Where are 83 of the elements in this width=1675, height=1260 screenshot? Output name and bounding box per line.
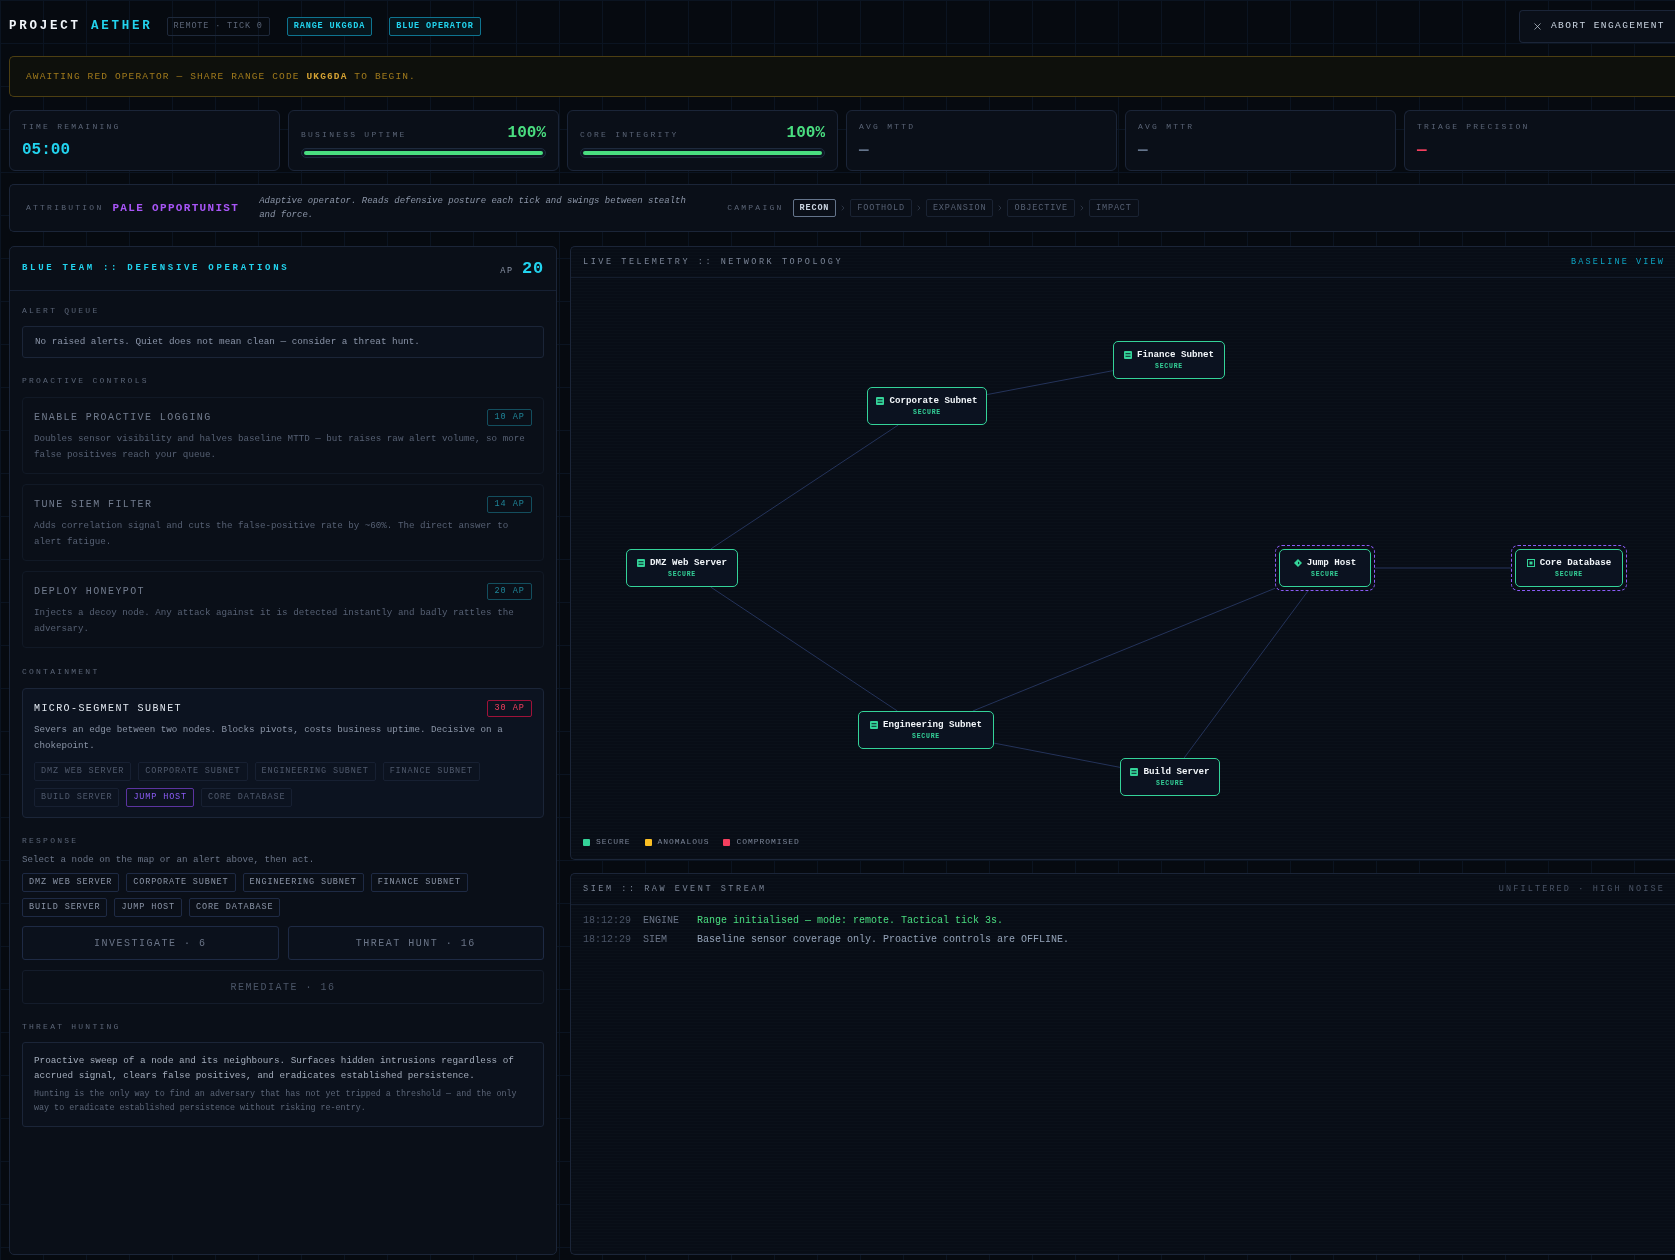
- section-heading: RESPONSE: [22, 836, 80, 846]
- event-time: 18:12:29: [583, 914, 632, 928]
- legend-label: ANOMALOUS: [657, 836, 710, 848]
- threat-hunting-summary: Proactive sweep of a node and its neighbours. Surfaces hidden intrusions regardless of accrued signal, clears false positives, and eradicates established persistence.: [34, 1054, 515, 1083]
- abort-engagement-button[interactable]: ABORT ENGAGEMENT: [1519, 10, 1675, 43]
- section-heading: CONTAINMENT: [22, 667, 101, 677]
- metric-label: AVG MTTD: [859, 122, 916, 132]
- response-action-button[interactable]: THREAT HUNT · 16: [287, 926, 544, 960]
- event-message: Range initialised — mode: remote. Tactical tick 3s.: [697, 914, 1004, 928]
- view-mode-label: BASELINE VIEW: [1571, 255, 1665, 269]
- event-source: SIEM: [643, 933, 668, 947]
- action-points-label: AP: [500, 264, 514, 278]
- campaign-stage: OBJECTIVE: [1007, 199, 1076, 217]
- node-name: Build Server: [1143, 766, 1210, 777]
- control-title: DEPLOY HONEYPOT: [34, 584, 145, 599]
- metric-value: 05:00: [22, 142, 70, 158]
- cost-tag: 30 AP: [487, 699, 532, 717]
- metric-value: —: [1138, 142, 1148, 158]
- control-card[interactable]: [22, 688, 544, 818]
- adversary-description: Adaptive operator. Reads defensive posture each tick and swings between stealth and force.: [259, 195, 687, 222]
- control-title: ENABLE PROACTIVE LOGGING: [34, 410, 212, 425]
- status-badge: REMOTE · TICK 0: [166, 17, 270, 36]
- metric-value: 100%: [786, 125, 825, 141]
- campaign-stage: RECON: [792, 199, 837, 217]
- status-badge: BLUE OPERATOR: [389, 17, 481, 36]
- metric-label: TRIAGE PRECISION: [1417, 122, 1530, 132]
- node-target-button[interactable]: DMZ WEB SERVER: [22, 873, 120, 892]
- section-heading: THREAT HUNTING: [22, 1022, 122, 1032]
- node-target-button[interactable]: CORPORATE SUBNET: [126, 873, 236, 892]
- campaign-stage: IMPACT: [1089, 199, 1139, 217]
- panel-title: BLUE TEAM :: DEFENSIVE OPERATIONS: [22, 261, 290, 275]
- threat-hunting-note: Hunting is the only way to find an adversary that has not yet tripped a threshold — and the only way to eradicate established persistence without risking re-entry.: [34, 1088, 518, 1115]
- response-hint: Select a node on the map or an alert above, then act.: [22, 854, 316, 866]
- campaign-label: CAMPAIGN: [727, 203, 784, 213]
- control-description: Doubles sensor visibility and halves baseline MTTD — but raises raw alert volume, so more false positives reach your queue.: [34, 432, 526, 462]
- section-heading: PROACTIVE CONTROLS: [22, 376, 150, 386]
- metric-label: AVG MTTR: [1138, 122, 1195, 132]
- metric-value: —: [1417, 142, 1427, 158]
- node-target-button[interactable]: CORE DATABASE: [189, 898, 281, 917]
- legend-label: SECURE: [596, 836, 631, 848]
- campaign-stage: FOOTHOLD: [850, 199, 912, 217]
- panel-title: LIVE TELEMETRY :: NETWORK TOPOLOGY: [583, 255, 844, 269]
- event-source: ENGINE: [643, 914, 680, 928]
- cost-tag: 20 AP: [487, 582, 532, 600]
- node-name: Finance Subnet: [1136, 349, 1215, 360]
- app-title: PROJECT AETHER: [9, 18, 153, 36]
- node-name: Corporate Subnet: [889, 395, 978, 406]
- node-target-button[interactable]: ENGINEERING SUBNET: [242, 873, 364, 892]
- cost-tag: 10 AP: [487, 408, 532, 426]
- node-target-button[interactable]: BUILD SERVER: [22, 898, 108, 917]
- target-chip[interactable]: JUMP HOST: [126, 788, 194, 807]
- control-title: MICRO-SEGMENT SUBNET: [34, 701, 183, 716]
- status-banner: AWAITING RED OPERATOR — SHARE RANGE CODE UKG6DA TO BEGIN.: [9, 56, 1675, 97]
- campaign-stage: EXPANSION: [925, 199, 994, 217]
- metric-label: CORE INTEGRITY: [580, 130, 679, 140]
- filter-mode-label: UNFILTERED · HIGH NOISE: [1498, 882, 1665, 896]
- node-name: Engineering Subnet: [882, 719, 983, 730]
- control-description: Adds correlation signal and cuts the false-positive rate by ~60%. The direct answer to alert fatigue.: [34, 519, 510, 549]
- legend-label: COMPROMISED: [736, 836, 800, 848]
- node-target-button[interactable]: FINANCE SUBNET: [370, 873, 468, 892]
- status-badge: RANGE UKG6DA: [286, 17, 373, 36]
- event-time: 18:12:29: [583, 933, 632, 947]
- node-name: Core Database: [1539, 557, 1612, 568]
- cost-tag: 14 AP: [487, 495, 532, 513]
- section-heading: ALERT QUEUE: [22, 306, 101, 316]
- metric-label: BUSINESS UPTIME: [301, 130, 407, 140]
- metric-label: TIME REMAINING: [22, 122, 121, 132]
- empty-queue-message: No raised alerts. Quiet does not mean clean — consider a threat hunt.: [35, 335, 420, 349]
- response-action-button[interactable]: INVESTIGATE · 6: [22, 926, 279, 960]
- metric-value: 100%: [507, 125, 546, 141]
- node-name: Jump Host: [1306, 557, 1357, 568]
- panel-title: SIEM :: RAW EVENT STREAM: [583, 882, 767, 896]
- metric-value: —: [859, 142, 869, 158]
- node-target-button[interactable]: JUMP HOST: [114, 898, 182, 917]
- attribution-label: ATTRIBUTION: [26, 203, 104, 213]
- adversary-name: PALE OPPORTUNIST: [112, 200, 240, 216]
- close-icon: [1532, 21, 1543, 32]
- control-description: Severs an edge between two nodes. Blocks pivots, costs business uptime. Decisive on a chokepoint.: [34, 723, 504, 753]
- event-message: Baseline sensor coverage only. Proactive controls are OFFLINE.: [697, 933, 1070, 947]
- action-points-value: 20: [521, 259, 544, 277]
- node-name: DMZ Web Server: [649, 557, 728, 568]
- control-title: TUNE SIEM FILTER: [34, 497, 153, 512]
- control-description: Injects a decoy node. Any attack against it is detected instantly and badly rattles the adversary.: [34, 606, 515, 636]
